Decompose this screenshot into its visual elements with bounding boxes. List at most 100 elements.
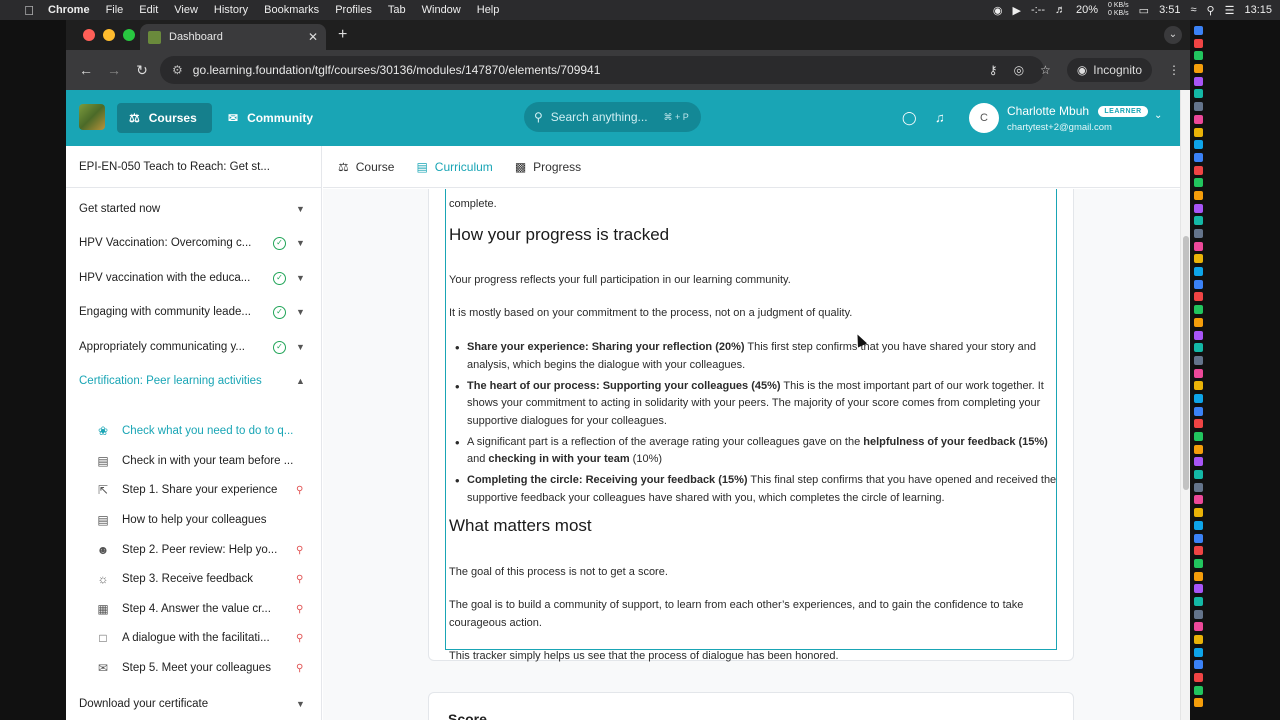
- dock-app-icon[interactable]: [1194, 482, 1203, 492]
- nav-courses[interactable]: ⚖ Courses: [117, 103, 212, 133]
- eye-slash-icon[interactable]: ◎: [1014, 63, 1024, 77]
- dock-app-icon[interactable]: [1194, 609, 1203, 619]
- dock-app-icon[interactable]: [1194, 64, 1203, 74]
- reload-icon[interactable]: ↻: [128, 62, 156, 79]
- sidebar-item-check-requirements[interactable]: ❀ Check what you need to do to q...: [66, 416, 322, 446]
- menu-view[interactable]: View: [166, 4, 206, 16]
- notifications-bell-icon[interactable]: ♫: [935, 110, 945, 125]
- dock-app-icon[interactable]: [1194, 520, 1203, 530]
- browser-menu-icon[interactable]: ⋮: [1168, 63, 1180, 77]
- sidebar-item-step3[interactable]: ☼ Step 3. Receive feedback ⚲: [66, 564, 322, 594]
- dock-app-icon[interactable]: [1194, 343, 1203, 353]
- section-hpv-education[interactable]: HPV vaccination with the educa... ✓ ▼: [66, 261, 322, 295]
- dock-app-icon[interactable]: [1194, 26, 1203, 35]
- dock-app-icon[interactable]: [1194, 38, 1203, 48]
- dock-app-icon[interactable]: [1194, 216, 1203, 226]
- dock-app-icon[interactable]: [1194, 533, 1203, 543]
- dock-app-icon[interactable]: [1194, 432, 1203, 441]
- tab-course[interactable]: ⚖ Course: [329, 146, 403, 188]
- dock-app-icon[interactable]: [1194, 51, 1203, 61]
- dock-app-icon[interactable]: [1194, 152, 1203, 162]
- dock-app-icon[interactable]: [1194, 444, 1203, 454]
- section-get-started[interactable]: Get started now ▼: [66, 192, 322, 226]
- dock-app-icon[interactable]: [1194, 267, 1203, 277]
- dock-app-icon[interactable]: [1194, 254, 1203, 264]
- dock-app-icon[interactable]: [1194, 685, 1203, 695]
- section-download-certificate[interactable]: Download your certificate ▼: [66, 687, 322, 720]
- site-logo[interactable]: [79, 104, 105, 130]
- record-icon[interactable]: ◉: [993, 4, 1003, 17]
- dock-app-icon[interactable]: [1194, 165, 1203, 175]
- scrollbar-thumb[interactable]: [1183, 236, 1189, 490]
- dock-app-icon[interactable]: [1194, 368, 1203, 378]
- menu-app-name[interactable]: Chrome: [40, 4, 98, 16]
- incognito-indicator[interactable]: ◉ Incognito: [1066, 58, 1152, 82]
- tab-search-chevron-icon[interactable]: ⌄: [1164, 26, 1182, 44]
- menu-bookmarks[interactable]: Bookmarks: [256, 4, 327, 16]
- url-field[interactable]: ⚙ go.learning.foundation/tglf/courses/30…: [160, 56, 1044, 84]
- section-hpv-overcoming[interactable]: HPV Vaccination: Overcoming c... ✓ ▼: [66, 226, 322, 260]
- dock-app-icon[interactable]: [1194, 635, 1203, 644]
- section-communicating[interactable]: Appropriately communicating y... ✓ ▼: [66, 330, 322, 364]
- dock-app-icon[interactable]: [1194, 406, 1203, 416]
- sidebar-item-step2[interactable]: ☻ Step 2. Peer review: Help yo... ⚲: [66, 535, 322, 565]
- minimize-window-button[interactable]: [103, 29, 115, 41]
- new-tab-button[interactable]: +: [338, 26, 347, 44]
- dock-app-icon[interactable]: [1194, 114, 1203, 124]
- battery-icon[interactable]: ▭: [1139, 4, 1149, 17]
- dock-app-icon[interactable]: [1194, 393, 1203, 403]
- dock-app-icon[interactable]: [1194, 190, 1203, 200]
- tab-curriculum[interactable]: ▤ Curriculum: [407, 146, 501, 188]
- dock-app-icon[interactable]: [1194, 596, 1203, 606]
- menu-help[interactable]: Help: [469, 4, 508, 16]
- dock-app-icon[interactable]: [1194, 558, 1203, 568]
- browser-tab[interactable]: Dashboard ✕: [140, 24, 326, 50]
- dock-app-icon[interactable]: [1194, 305, 1203, 315]
- dock-app-icon[interactable]: [1194, 178, 1203, 188]
- section-certification[interactable]: Certification: Peer learning activities …: [66, 364, 322, 398]
- tab-progress[interactable]: ▩ Progress: [506, 146, 590, 188]
- sidebar-item-dialogue[interactable]: □ A dialogue with the facilitati... ⚲: [66, 623, 322, 653]
- back-arrow-icon[interactable]: ←: [72, 62, 100, 78]
- dock-app-icon[interactable]: [1194, 279, 1203, 289]
- user-menu-chevron-icon[interactable]: ⌄: [1154, 110, 1162, 121]
- search-input[interactable]: ⚲ Search anything... ⌘ + P: [524, 102, 701, 132]
- dock-app-icon[interactable]: [1194, 571, 1203, 581]
- dock-app-icon[interactable]: [1194, 102, 1203, 112]
- dock-app-icon[interactable]: [1194, 495, 1203, 505]
- dock-app-icon[interactable]: [1194, 203, 1203, 213]
- dock-app-icon[interactable]: [1194, 622, 1203, 632]
- menu-history[interactable]: History: [206, 4, 256, 16]
- dock-app-icon[interactable]: [1194, 673, 1203, 683]
- password-key-icon[interactable]: ⚷: [989, 63, 998, 77]
- play-icon[interactable]: ▶: [1012, 4, 1020, 17]
- page-scrollbar[interactable]: [1180, 90, 1190, 720]
- section-community-leaders[interactable]: Engaging with community leade... ✓ ▼: [66, 295, 322, 329]
- user-name-row[interactable]: Charlotte Mbuh LEARNER: [1007, 104, 1148, 118]
- menu-tab[interactable]: Tab: [380, 4, 414, 16]
- site-info-icon[interactable]: ⚙: [172, 63, 183, 77]
- dock-app-icon[interactable]: [1194, 470, 1203, 480]
- course-title[interactable]: EPI-EN-050 Teach to Reach: Get st...: [66, 146, 321, 188]
- dock-app-icon[interactable]: [1194, 330, 1203, 340]
- dock-app-icon[interactable]: [1194, 355, 1203, 365]
- menu-file[interactable]: File: [98, 4, 132, 16]
- control-center-icon[interactable]: ☰: [1225, 4, 1235, 17]
- sidebar-item-step5[interactable]: ✉ Step 5. Meet your colleagues ⚲: [66, 653, 322, 683]
- dock-app-icon[interactable]: [1194, 647, 1203, 657]
- wifi-icon[interactable]: ≈: [1190, 4, 1196, 16]
- dock-app-icon[interactable]: [1194, 127, 1203, 137]
- menu-edit[interactable]: Edit: [131, 4, 166, 16]
- dock-app-icon[interactable]: [1194, 584, 1203, 594]
- dock-app-icon[interactable]: [1194, 317, 1203, 327]
- dock-app-icon[interactable]: [1194, 419, 1203, 429]
- nav-community[interactable]: ✉ Community: [216, 103, 325, 133]
- dock-app-icon[interactable]: [1194, 381, 1203, 391]
- dock-app-icon[interactable]: [1194, 698, 1203, 708]
- messages-icon[interactable]: ◯: [902, 110, 917, 126]
- sidebar-item-help-colleagues[interactable]: ▤ How to help your colleagues: [66, 505, 322, 535]
- bell-status-icon[interactable]: ♬: [1055, 4, 1066, 16]
- dock-app-icon[interactable]: [1194, 140, 1203, 150]
- sidebar-item-step4[interactable]: ▦ Step 4. Answer the value cr... ⚲: [66, 594, 322, 624]
- dock-app-icon[interactable]: [1194, 546, 1203, 556]
